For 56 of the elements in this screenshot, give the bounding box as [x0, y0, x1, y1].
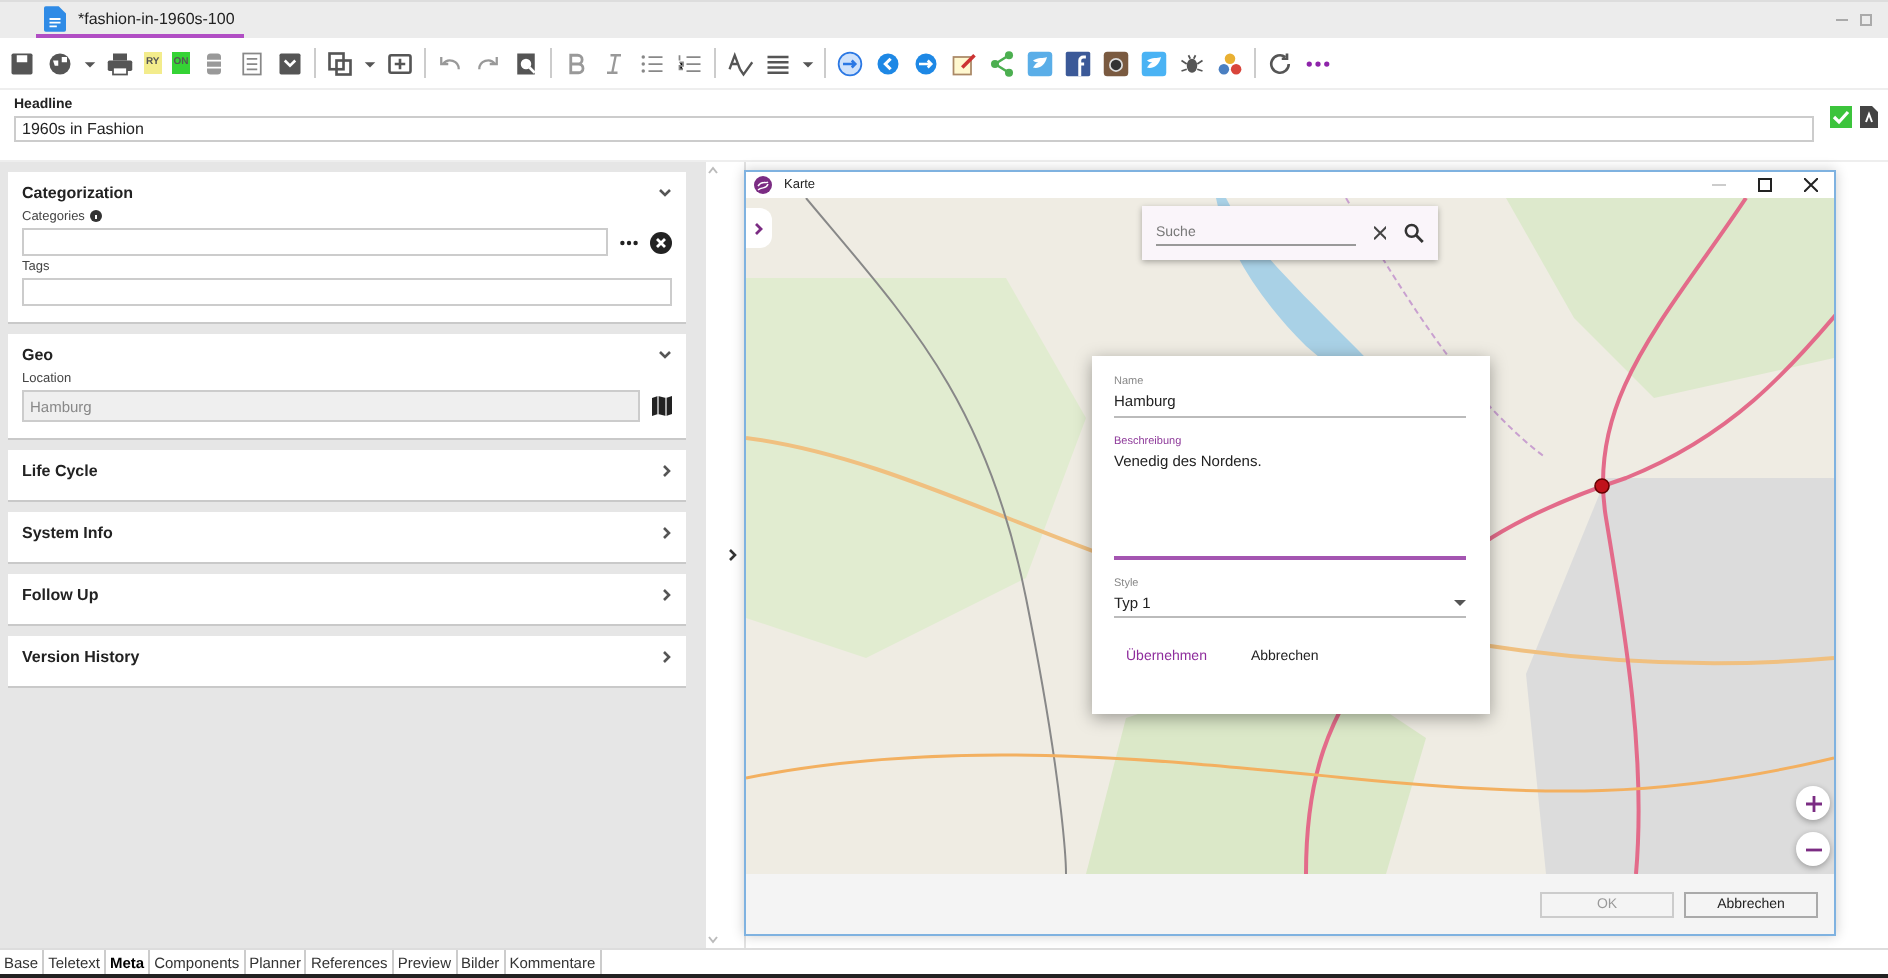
- edit-note-icon[interactable]: [950, 49, 979, 77]
- f-tile-icon[interactable]: [1064, 49, 1093, 77]
- chevron-right-icon[interactable]: [727, 548, 737, 562]
- chevron-right-icon[interactable]: [662, 588, 673, 602]
- panel-header[interactable]: Geo: [22, 338, 673, 372]
- save-icon[interactable]: [8, 49, 36, 77]
- globe-icon[interactable]: [46, 49, 74, 77]
- check-icon[interactable]: [1830, 106, 1852, 128]
- panel-header[interactable]: Version History: [22, 640, 673, 674]
- refresh-icon[interactable]: [1266, 49, 1295, 77]
- close-icon[interactable]: [1804, 178, 1818, 192]
- add-page-icon[interactable]: [386, 49, 415, 77]
- bird-tile-icon[interactable]: [1140, 49, 1169, 77]
- download-box-icon[interactable]: [276, 49, 305, 77]
- forward-icon[interactable]: [912, 49, 941, 77]
- numbered-list-icon[interactable]: [676, 49, 705, 77]
- clear-icon[interactable]: [1373, 226, 1387, 240]
- document-tab[interactable]: *fashion-in-1960s-100: [36, 4, 244, 38]
- panel-header[interactable]: Follow Up: [22, 578, 673, 612]
- panel-header[interactable]: Life Cycle: [22, 454, 673, 488]
- app-logo-icon: [754, 176, 772, 194]
- side-panel-toggle[interactable]: [746, 208, 772, 248]
- plus-icon: [1805, 795, 1821, 811]
- back-icon[interactable]: [874, 49, 903, 77]
- document-icon[interactable]: [1860, 106, 1878, 128]
- clear-icon[interactable]: [650, 231, 673, 253]
- chevron-right-icon: [754, 221, 764, 235]
- panel-header[interactable]: System Info: [22, 516, 673, 550]
- arrow-circle-icon[interactable]: [836, 49, 865, 77]
- chevron-right-icon[interactable]: [662, 526, 673, 540]
- info-icon[interactable]: [90, 210, 103, 222]
- bug-icon[interactable]: [1178, 49, 1207, 77]
- search-icon[interactable]: [1404, 222, 1424, 244]
- chevron-down-icon[interactable]: [658, 188, 673, 198]
- more-icon[interactable]: [620, 239, 639, 245]
- panel-header[interactable]: Categorization: [22, 176, 673, 210]
- document-icon: [44, 6, 66, 32]
- categories-field[interactable]: [22, 228, 609, 256]
- spellcheck-icon[interactable]: [726, 49, 755, 77]
- chevron-right-icon[interactable]: [662, 650, 673, 664]
- circles-icon[interactable]: [1216, 49, 1245, 77]
- tags-field[interactable]: [22, 278, 673, 306]
- maximize-icon[interactable]: [1758, 178, 1772, 192]
- location-marker-icon[interactable]: [1594, 478, 1610, 494]
- bird-tile-icon[interactable]: [1026, 49, 1055, 77]
- print-icon[interactable]: [106, 49, 134, 77]
- chevron-right-icon[interactable]: [662, 464, 673, 478]
- map-icon[interactable]: [652, 396, 673, 416]
- camera-tile-icon[interactable]: [1102, 49, 1131, 77]
- bullet-list-icon[interactable]: [638, 49, 667, 77]
- preview-icon[interactable]: [512, 49, 541, 77]
- share-nodes-icon[interactable]: [988, 49, 1017, 77]
- headline-field[interactable]: 1960s in Fashion: [14, 116, 1814, 142]
- caret-icon: [1454, 600, 1466, 606]
- copy-icon[interactable]: [326, 49, 355, 77]
- chevron-down-icon[interactable]: [658, 350, 673, 360]
